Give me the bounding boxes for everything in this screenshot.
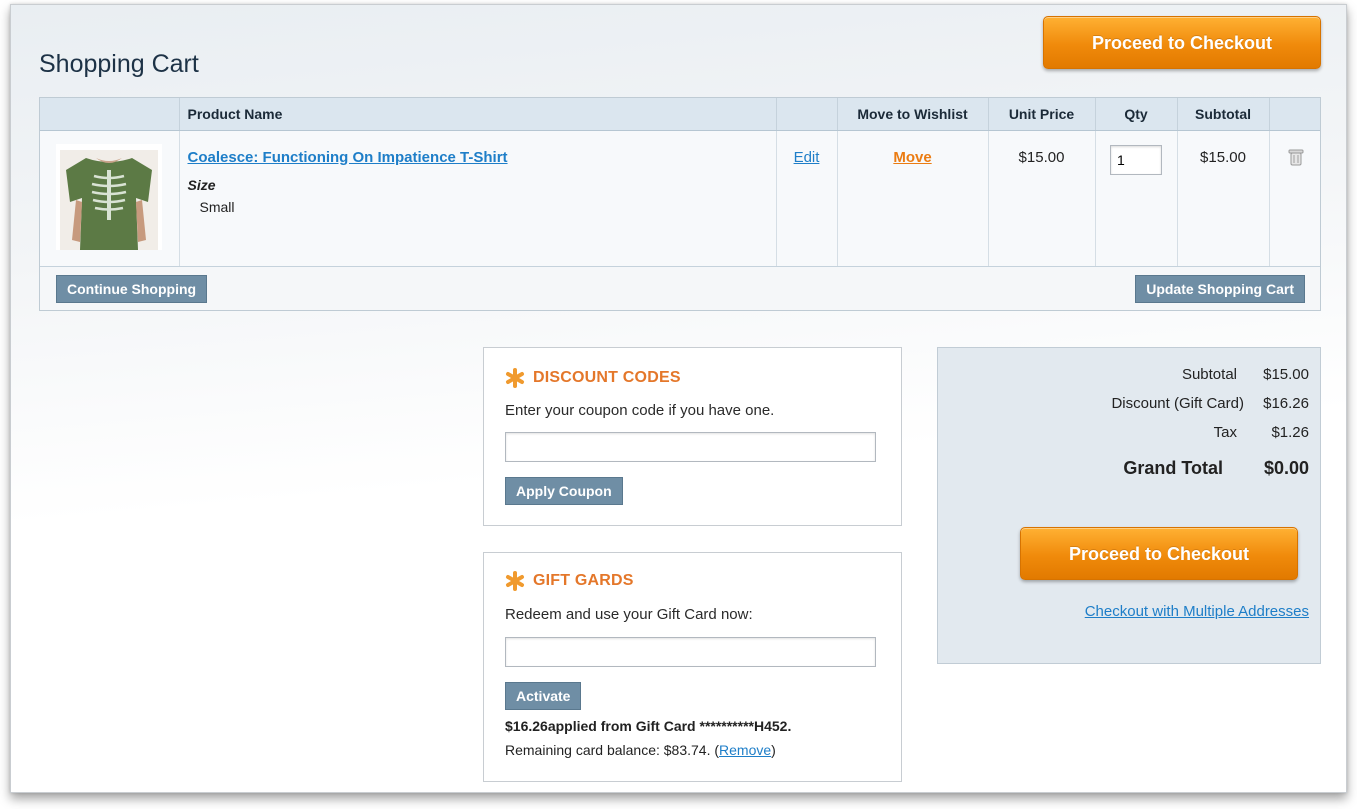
discount-row: Discount (Gift Card) $16.26: [1111, 395, 1309, 412]
subtotal-label: Subtotal: [1181, 366, 1237, 383]
qty-cell: [1095, 130, 1178, 267]
cart-table: Product Name Move to Wishlist Unit Price…: [40, 98, 1320, 267]
product-image-cell: [40, 130, 180, 267]
product-option-label: Size: [187, 176, 216, 193]
discount-value: $16.26: [1263, 395, 1309, 412]
edit-cell: Edit: [776, 130, 838, 267]
subtotal-row: Subtotal $15.00: [1182, 366, 1309, 383]
remove-gift-card-link[interactable]: Remove: [719, 742, 771, 758]
column-header-move-to-wishlist: Move to Wishlist: [837, 98, 989, 131]
product-name-link[interactable]: Coalesce: Functioning On Impatience T-Sh…: [188, 149, 508, 166]
checkout-multiple-addresses-link[interactable]: Checkout with Multiple Addresses: [938, 603, 1320, 620]
discount-codes-box: DISCOUNT CODES Enter your coupon code if…: [483, 347, 902, 526]
grand-total-row: Grand Total $0.00: [1123, 458, 1309, 479]
gift-card-remaining-text: Remaining card balance: $83.74. (Remove): [505, 742, 776, 758]
page-title: Shopping Cart: [39, 49, 199, 78]
activate-gift-card-button[interactable]: Activate: [505, 682, 582, 710]
tax-label: Tax: [1213, 424, 1237, 441]
trash-icon[interactable]: [1285, 147, 1305, 167]
column-header-subtotal: Subtotal: [1177, 98, 1270, 131]
remaining-suffix: ): [771, 742, 776, 758]
update-shopping-cart-button[interactable]: Update Shopping Cart: [1135, 275, 1305, 303]
coupon-code-input[interactable]: [505, 432, 876, 462]
asterisk-icon: [506, 571, 524, 591]
subtotal-cell: $15.00: [1177, 130, 1270, 267]
remove-cell: [1269, 130, 1320, 267]
cart-totals-box: Subtotal $15.00 Discount (Gift Card) $16…: [937, 347, 1321, 664]
gift-card-applied-text: $16.26applied from Gift Card **********H…: [505, 718, 792, 734]
remaining-balance-text: Remaining card balance: $83.74. (: [505, 742, 720, 758]
move-to-wishlist-link[interactable]: Move: [893, 149, 931, 166]
item-subtotal-value: $15.00: [1200, 148, 1246, 166]
gift-cards-description: Redeem and use your Gift Card now:: [505, 606, 753, 623]
cart-table-container: Product Name Move to Wishlist Unit Price…: [39, 97, 1321, 311]
gift-card-code-input[interactable]: [505, 637, 876, 667]
unit-price-value: $15.00: [1018, 148, 1065, 166]
table-row: Coalesce: Functioning On Impatience T-Sh…: [40, 130, 1320, 267]
move-cell: Move: [837, 130, 989, 267]
gift-cards-box: GIFT GARDS Redeem and use your Gift Card…: [483, 552, 902, 782]
gift-cards-title: GIFT GARDS: [533, 572, 634, 589]
column-header-image: [40, 98, 180, 131]
cart-header-row: Product Name Move to Wishlist Unit Price…: [40, 98, 1320, 131]
column-header-qty: Qty: [1095, 98, 1178, 131]
tax-row: Tax $1.26: [1214, 424, 1309, 441]
discount-label: Discount (Gift Card): [1111, 395, 1244, 412]
edit-item-link[interactable]: Edit: [794, 149, 820, 166]
subtotal-value: $15.00: [1263, 366, 1309, 383]
column-header-edit: [776, 98, 838, 131]
discount-codes-description: Enter your coupon code if you have one.: [505, 402, 775, 419]
proceed-to-checkout-button-bottom[interactable]: Proceed to Checkout: [1020, 527, 1298, 580]
column-header-remove: [1269, 98, 1320, 131]
tax-value: $1.26: [1271, 424, 1309, 441]
grand-total-label: Grand Total: [1123, 458, 1223, 478]
page-frame: Shopping Cart Proceed to Checkout Produc…: [10, 4, 1347, 793]
gift-cards-heading: GIFT GARDS: [505, 571, 634, 591]
column-header-product-name: Product Name: [179, 98, 777, 131]
asterisk-icon: [506, 368, 524, 388]
product-name-cell: Coalesce: Functioning On Impatience T-Sh…: [179, 130, 777, 267]
grand-total-value: $0.00: [1263, 458, 1309, 478]
continue-shopping-button[interactable]: Continue Shopping: [56, 275, 208, 303]
qty-input[interactable]: [1110, 144, 1162, 175]
product-option-value: Small: [199, 198, 235, 215]
proceed-to-checkout-button-top[interactable]: Proceed to Checkout: [1043, 16, 1321, 69]
column-header-unit-price: Unit Price: [988, 98, 1096, 131]
discount-codes-heading: DISCOUNT CODES: [505, 368, 681, 388]
unit-price-cell: $15.00: [988, 130, 1096, 267]
apply-coupon-button[interactable]: Apply Coupon: [505, 477, 623, 505]
discount-codes-title: DISCOUNT CODES: [533, 369, 681, 386]
green-tshirt-product-image[interactable]: [56, 143, 163, 250]
